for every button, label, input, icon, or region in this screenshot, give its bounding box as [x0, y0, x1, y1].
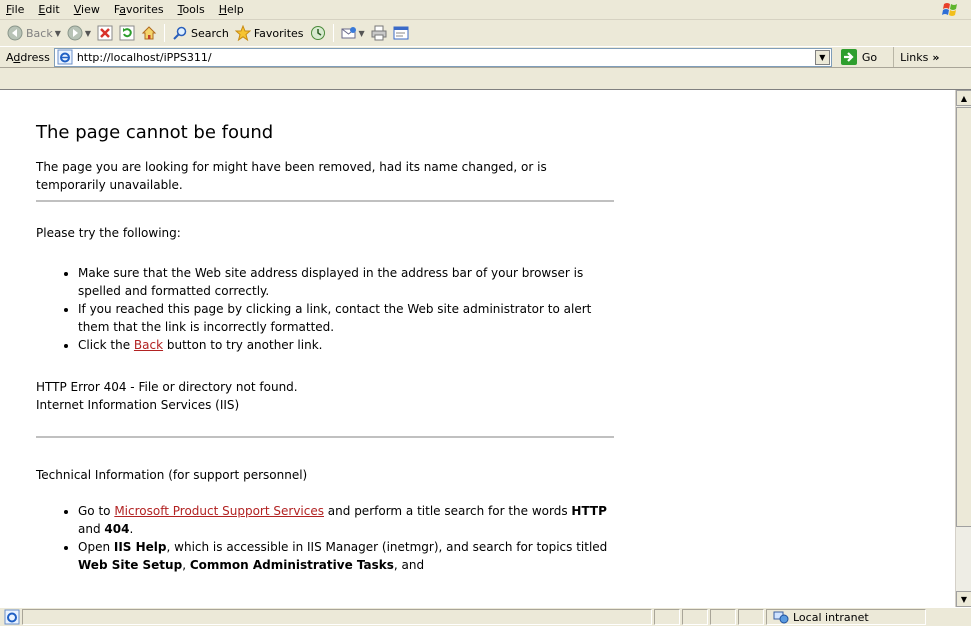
list-item: Open IIS Help, which is accessible in II…: [78, 538, 614, 574]
suggestions-list: Make sure that the Web site address disp…: [78, 264, 614, 354]
list-item: Make sure that the Web site address disp…: [78, 264, 614, 300]
scroll-down-button[interactable]: ▼: [956, 591, 971, 607]
menu-file[interactable]: File: [0, 3, 32, 16]
scroll-up-button[interactable]: ▲: [956, 90, 971, 106]
vertical-scrollbar[interactable]: ▲ ▼: [955, 90, 971, 607]
print-icon: [371, 25, 387, 41]
edit-button[interactable]: [390, 22, 412, 44]
list-item: Go to Microsoft Product Support Services…: [78, 502, 614, 538]
back-link[interactable]: Back: [134, 338, 163, 352]
refresh-button[interactable]: [116, 22, 138, 44]
links-chevron-icon[interactable]: »: [932, 51, 939, 64]
mail-button[interactable]: ▼: [338, 22, 368, 44]
menu-favorites[interactable]: Favorites: [108, 3, 172, 16]
scroll-thumb[interactable]: [956, 107, 971, 527]
server-text: Internet Information Services (IIS): [36, 398, 240, 412]
tech-list: Go to Microsoft Product Support Services…: [78, 502, 614, 574]
menu-view[interactable]: View: [68, 3, 108, 16]
intro-text: The page you are looking for might have …: [36, 160, 547, 192]
status-bar: Local intranet: [0, 607, 971, 626]
status-pane: [654, 609, 680, 625]
print-button[interactable]: [368, 22, 390, 44]
list-item: If you reached this page by clicking a l…: [78, 300, 614, 336]
refresh-icon: [119, 25, 135, 41]
status-pane: [682, 609, 708, 625]
menu-help[interactable]: Help: [213, 3, 252, 16]
status-message-pane: [22, 609, 652, 625]
page-viewport: The page cannot be found The page you ar…: [0, 89, 971, 607]
address-label: Address: [6, 50, 50, 64]
forward-dropdown-icon[interactable]: ▼: [85, 29, 91, 38]
status-pane: [738, 609, 764, 625]
mail-dropdown-icon[interactable]: ▼: [359, 29, 365, 38]
address-dropdown-icon[interactable]: ▼: [814, 49, 830, 65]
forward-button[interactable]: ▼: [64, 22, 94, 44]
mail-icon: [341, 27, 356, 39]
history-button[interactable]: [307, 22, 329, 44]
menu-edit[interactable]: Edit: [32, 3, 67, 16]
go-arrow-icon: [840, 49, 857, 65]
status-pane: [710, 609, 736, 625]
error-code-text: HTTP Error 404 - File or directory not f…: [36, 380, 298, 394]
ie-page-icon: [57, 49, 73, 65]
security-zone-pane[interactable]: Local intranet: [766, 609, 926, 625]
tech-heading: Technical Information (for support perso…: [36, 468, 308, 482]
favorites-star-icon: [234, 25, 251, 41]
support-link[interactable]: Microsoft Product Support Services: [114, 504, 324, 518]
back-dropdown-icon[interactable]: ▼: [55, 29, 61, 38]
history-icon: [310, 26, 325, 40]
search-button[interactable]: Search: [169, 22, 232, 44]
back-arrow-icon: [7, 25, 23, 41]
page-title: The page cannot be found: [36, 122, 274, 143]
try-heading: Please try the following:: [36, 226, 181, 240]
error-page: The page cannot be found The page you ar…: [36, 122, 614, 582]
home-button[interactable]: [138, 22, 160, 44]
menu-bar: File Edit View Favorites Tools Help: [0, 0, 971, 20]
stop-icon: [97, 25, 113, 41]
links-toolbar[interactable]: Links »: [893, 47, 939, 67]
toolbar-separator: [332, 24, 334, 42]
forward-arrow-icon: [67, 25, 83, 41]
stop-button[interactable]: [94, 22, 116, 44]
favorites-button[interactable]: Favorites: [232, 22, 307, 44]
standard-toolbar: Back ▼ ▼ Search Favorites ▼: [0, 20, 971, 46]
search-icon: [173, 26, 187, 40]
address-bar: Address http://localhost/iPPS311/ ▼ Go L…: [0, 46, 971, 68]
local-intranet-icon: [773, 611, 789, 624]
page-status-icon: [4, 609, 20, 625]
windows-logo-icon: [942, 3, 957, 16]
edit-page-icon: [393, 26, 409, 40]
list-item: Click the Back button to try another lin…: [78, 336, 614, 354]
go-button[interactable]: Go: [838, 47, 885, 67]
address-input[interactable]: http://localhost/iPPS311/ ▼: [53, 47, 832, 67]
home-icon: [141, 26, 157, 40]
menu-tools[interactable]: Tools: [172, 3, 213, 16]
toolbar-separator: [164, 24, 166, 42]
back-button[interactable]: Back ▼: [4, 22, 64, 44]
